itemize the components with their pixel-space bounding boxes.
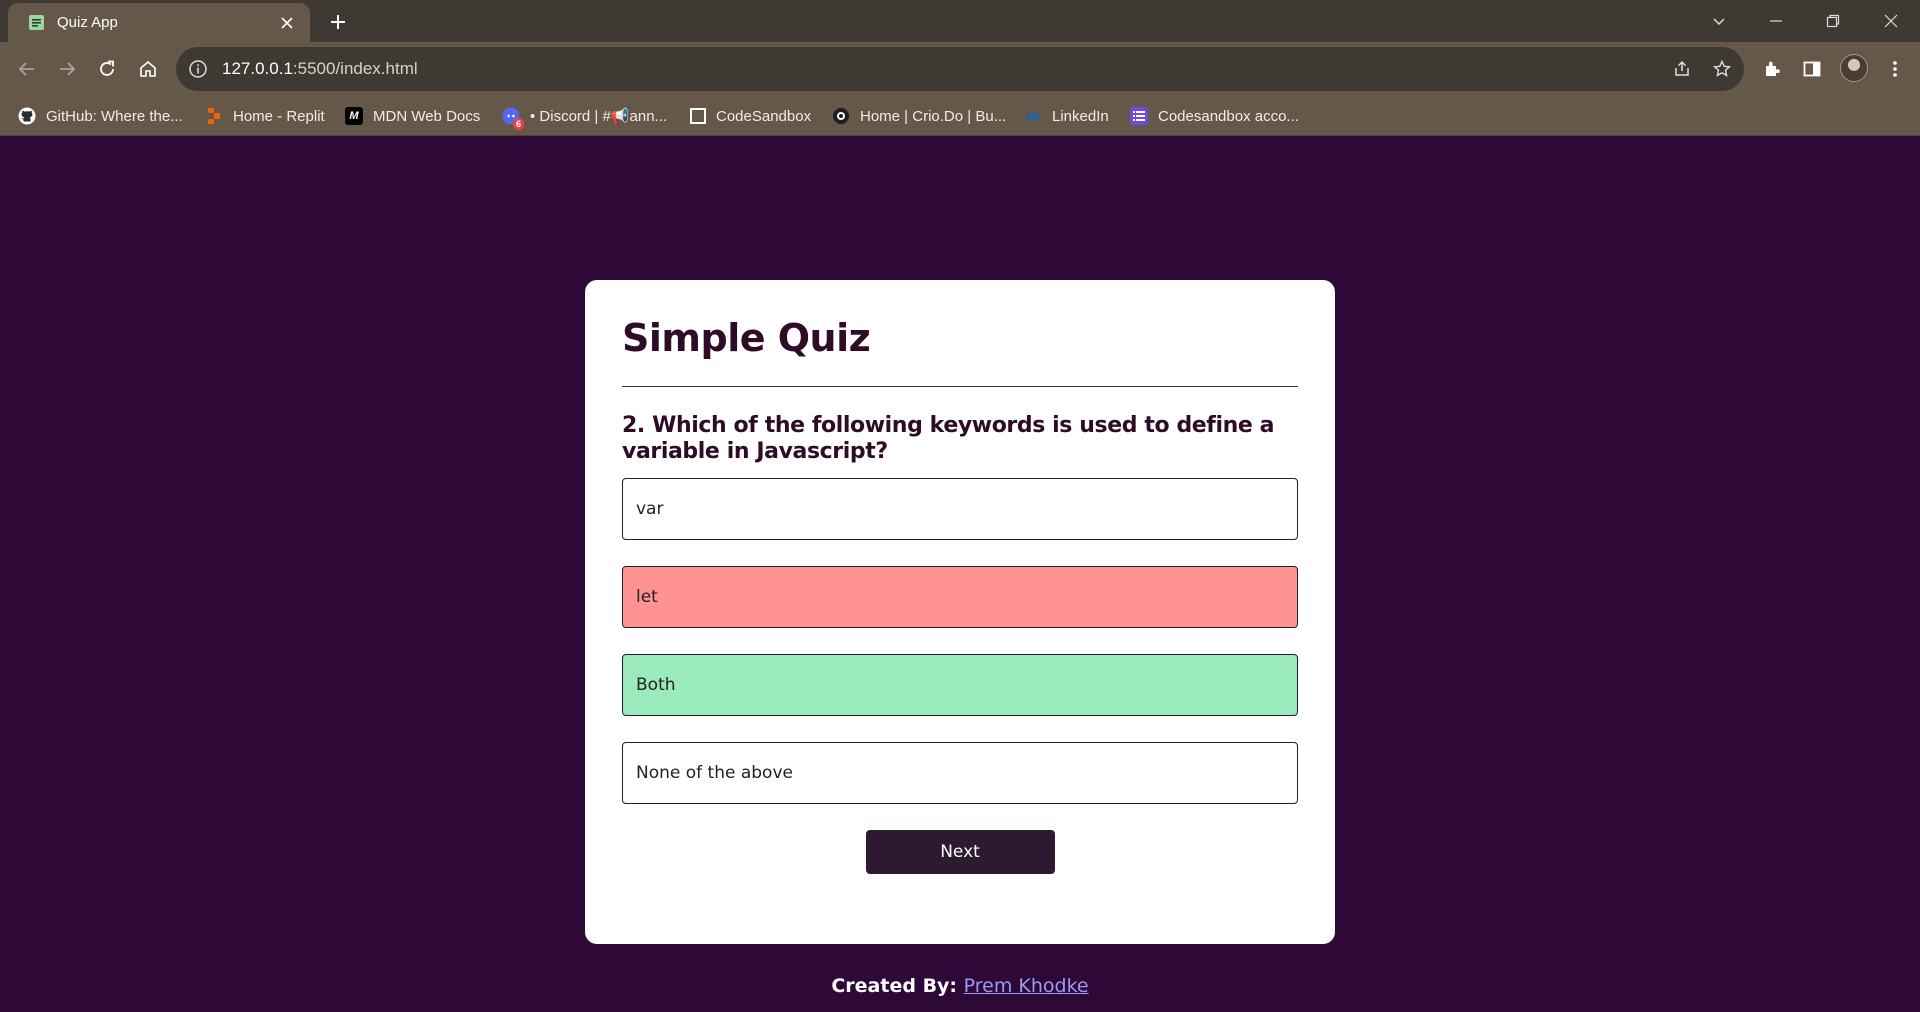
extensions-icon[interactable] <box>1757 54 1787 84</box>
close-window-icon[interactable] <box>1876 6 1906 36</box>
bookmark-discord[interactable]: 6 • Discord | #📢ann... <box>502 102 667 130</box>
bookmark-label: Codesandbox acco... <box>1158 107 1299 125</box>
discord-icon: 6 <box>502 107 524 130</box>
address-bar[interactable]: 127.0.0.1:5500/index.html <box>176 47 1744 91</box>
bookmark-github[interactable]: GitHub: Where the... <box>18 102 183 130</box>
quiz-title: Simple Quiz <box>622 316 1298 387</box>
menu-kebab-icon[interactable] <box>1880 54 1910 84</box>
restore-icon[interactable] <box>1818 6 1848 36</box>
site-info-icon[interactable] <box>188 59 208 79</box>
bookmark-label: LinkedIn <box>1052 107 1109 125</box>
bookmark-linkedin[interactable]: in LinkedIn <box>1024 102 1109 130</box>
bookmark-mdn[interactable]: M MDN Web Docs <box>345 102 480 130</box>
answer-button-none[interactable]: None of the above <box>622 742 1298 804</box>
new-tab-icon[interactable] <box>325 9 351 35</box>
linkedin-icon: in <box>1026 107 1040 125</box>
home-icon[interactable] <box>133 54 163 84</box>
browser-tab-strip: Quiz App <box>0 0 1920 42</box>
bookmark-label: MDN Web Docs <box>373 107 481 125</box>
answer-list: var let Both None of the above <box>622 478 1298 804</box>
github-icon <box>18 107 36 125</box>
notification-badge: 6 <box>512 118 524 130</box>
bookmark-replit[interactable]: Home - Replit <box>205 102 325 130</box>
share-icon[interactable] <box>1667 54 1697 84</box>
browser-tab[interactable]: Quiz App <box>8 3 310 42</box>
quiz-favicon-icon <box>28 14 45 31</box>
question-text: 2. Which of the following keywords is us… <box>622 413 1275 464</box>
tab-search-chevron-icon[interactable] <box>1704 6 1734 36</box>
author-link[interactable]: Prem Khodke <box>964 975 1089 997</box>
answer-button-both[interactable]: Both <box>622 654 1298 716</box>
reload-icon[interactable] <box>92 54 122 84</box>
forward-icon[interactable] <box>52 54 82 84</box>
next-button[interactable]: Next <box>865 830 1055 874</box>
codesandbox-icon <box>690 108 706 124</box>
url-path: :5500/index.html <box>292 59 418 78</box>
bookmark-label: • Discord | #📢ann... <box>530 108 668 125</box>
mdn-icon: M <box>345 107 363 125</box>
bookmark-codesandbox-account[interactable]: Codesandbox acco... <box>1130 102 1299 130</box>
bookmark-crio[interactable]: Home | Crio.Do | Bu... <box>832 102 1006 130</box>
url-text: 127.0.0.1:5500/index.html <box>222 59 418 79</box>
bookmark-label: Home - Replit <box>233 107 325 125</box>
bookmark-star-icon[interactable] <box>1707 54 1737 84</box>
answer-button-var[interactable]: var <box>622 478 1298 540</box>
bookmark-label: CodeSandbox <box>716 107 812 125</box>
bookmark-codesandbox[interactable]: CodeSandbox <box>690 102 811 130</box>
browser-toolbar: 127.0.0.1:5500/index.html <box>0 42 1920 96</box>
replit-icon <box>205 107 223 125</box>
footer-credit: Created By: Prem Khodke <box>0 975 1920 997</box>
side-panel-icon[interactable] <box>1797 54 1827 84</box>
back-icon[interactable] <box>12 54 42 84</box>
bookmark-label: Home | Crio.Do | Bu... <box>860 107 1007 125</box>
bookmark-label: GitHub: Where the... <box>46 107 183 125</box>
quiz-card: Simple Quiz 2. Which of the following ke… <box>585 280 1335 944</box>
profile-avatar[interactable] <box>1840 54 1868 82</box>
tab-title: Quiz App <box>57 14 118 31</box>
footer-prefix: Created By: <box>831 975 964 997</box>
answer-button-let[interactable]: let <box>622 566 1298 628</box>
crio-icon <box>832 107 850 125</box>
bookmarks-bar: GitHub: Where the... Home - Replit M MDN… <box>0 96 1920 136</box>
codesandbox-account-icon <box>1130 107 1148 125</box>
close-tab-icon[interactable] <box>276 12 298 34</box>
url-host: 127.0.0.1 <box>222 59 293 78</box>
minimize-icon[interactable] <box>1761 6 1791 36</box>
